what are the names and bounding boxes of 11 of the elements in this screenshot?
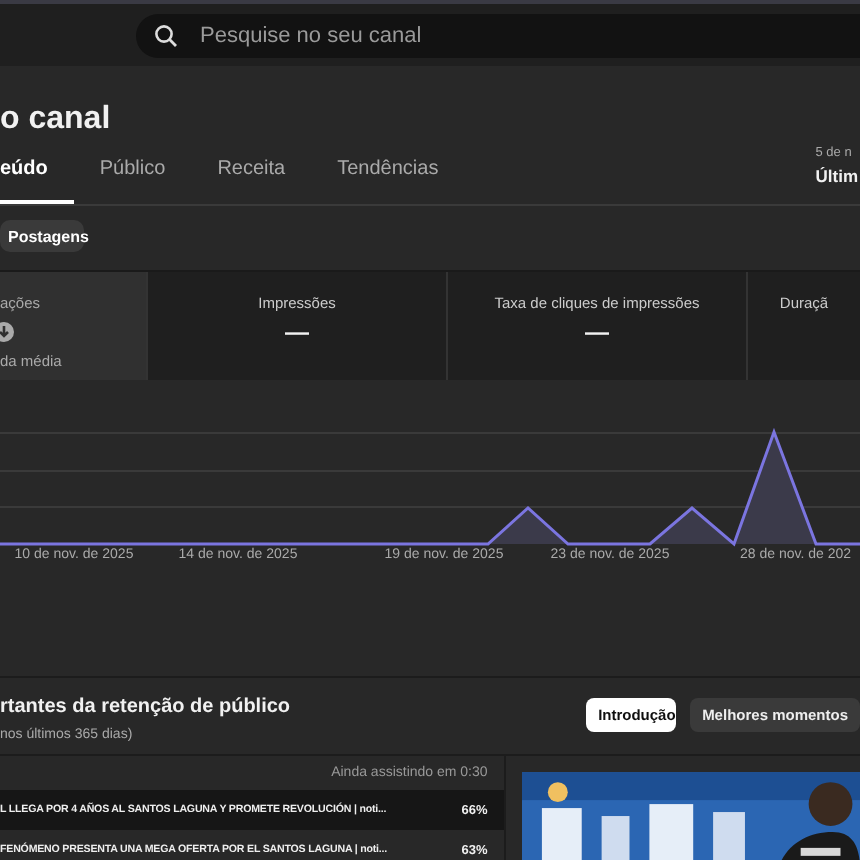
tab[interactable]: eúdo [0, 158, 74, 204]
metric-value: — [285, 322, 309, 342]
date-range-label[interactable]: Últim [815, 166, 858, 186]
filter-chip[interactable]: Postagens [0, 220, 84, 252]
page-title: o canal [0, 100, 113, 134]
tab[interactable]: Receita [191, 158, 312, 204]
section-title: rtantes da retenção de público [0, 696, 291, 718]
search-field[interactable]: Pesquise no seu canal [136, 14, 860, 58]
tab[interactable]: Tendências [311, 158, 465, 204]
tab[interactable]: Público [73, 158, 192, 204]
metric-value: — [585, 322, 609, 342]
